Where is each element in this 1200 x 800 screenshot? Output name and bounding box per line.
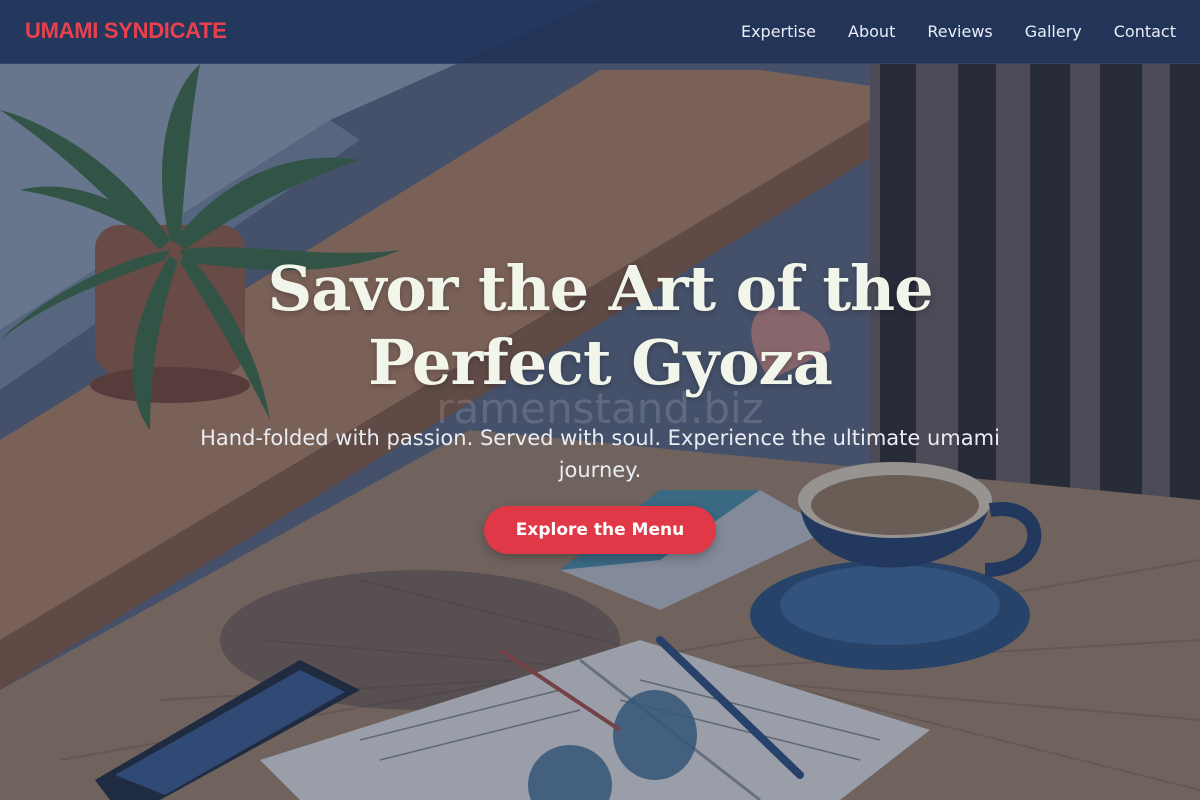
nav-link-about[interactable]: About [848, 22, 895, 41]
hero-title-line-2: Perfect Gyoza [368, 326, 833, 399]
nav-item-gallery: Gallery [1025, 22, 1082, 42]
hero-title-line-1: Savor the Art of the [267, 252, 933, 325]
explore-menu-button[interactable]: Explore the Menu [483, 506, 717, 554]
top-navbar: UMAMI SYNDICATE Expertise About Reviews … [0, 0, 1200, 64]
nav-link-reviews[interactable]: Reviews [927, 22, 992, 41]
nav-item-reviews: Reviews [927, 22, 992, 42]
hero-section: ramenstand.biz Savor the Art of the Perf… [150, 252, 1050, 554]
nav-link-gallery[interactable]: Gallery [1025, 22, 1082, 41]
nav-item-contact: Contact [1114, 22, 1176, 42]
hero-subtitle: Hand-folded with passion. Served with so… [200, 426, 1000, 482]
nav-link-expertise[interactable]: Expertise [741, 22, 816, 41]
nav-link-contact[interactable]: Contact [1114, 22, 1176, 41]
nav-menu: Expertise About Reviews Gallery Contact [741, 0, 1176, 64]
hero-title: Savor the Art of the Perfect Gyoza [150, 252, 1050, 400]
nav-item-about: About [848, 22, 895, 42]
brand-logo[interactable]: UMAMI SYNDICATE [25, 18, 227, 44]
nav-item-expertise: Expertise [741, 22, 816, 42]
